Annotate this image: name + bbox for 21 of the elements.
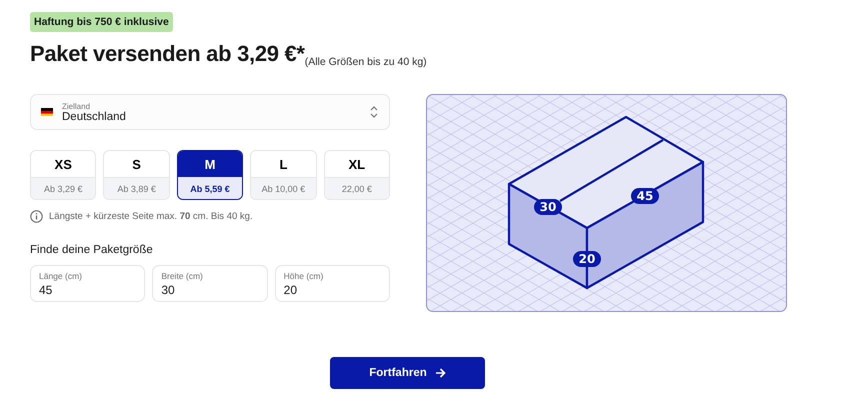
arrow-icon (434, 368, 446, 378)
country-select[interactable]: Zielland Deutschland (30, 94, 390, 130)
dimension-field[interactable]: Höhe (cm) 20 (274, 265, 390, 302)
select-value: Deutschland (62, 110, 127, 122)
liability-badge: Haftung bis 750 € inklusive (30, 12, 173, 32)
page-title: Paket versenden ab 3,29 €* (30, 41, 305, 67)
size-option[interactable]: M Ab 5,59 € (176, 150, 244, 200)
size-option[interactable]: XS Ab 3,29 € (30, 150, 96, 200)
dimension-field[interactable]: Breite (cm) 30 (152, 265, 268, 302)
info-text: Längste + kürzeste Seite max. 70 cm. Bis 40 kg. (49, 211, 253, 222)
size-option[interactable]: L Ab 10,00 € (250, 150, 317, 200)
select-label: Zielland (62, 102, 92, 110)
dimension-field[interactable]: Länge (cm) 45 (30, 265, 146, 302)
flag-icon (41, 108, 53, 116)
continue-button[interactable]: Fortfahren (330, 357, 485, 389)
chevron-icon (369, 105, 379, 119)
info-icon (30, 210, 43, 223)
section-title: Finde deine Paketgröße (30, 244, 154, 256)
size-note: (Alle Größen bis zu 40 kg) (304, 56, 427, 68)
size-option[interactable]: XL 22,00 € (324, 150, 390, 200)
size-option[interactable]: S Ab 3,89 € (103, 150, 170, 200)
